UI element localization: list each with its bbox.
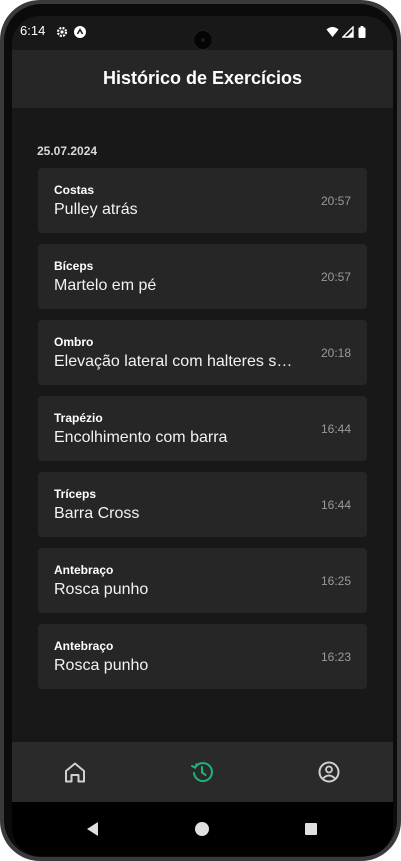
home-icon bbox=[65, 762, 85, 783]
nav-home-button[interactable] bbox=[55, 752, 95, 792]
entry-time: 16:25 bbox=[320, 574, 351, 588]
history-icon bbox=[191, 762, 213, 783]
page-title: Histórico de Exercícios bbox=[102, 68, 303, 88]
wifi-icon bbox=[326, 25, 339, 37]
gear-icon bbox=[56, 25, 68, 38]
entry-category: Trapézio bbox=[54, 411, 103, 425]
history-entry-card[interactable]: Tríceps Barra Cross 16:44 bbox=[38, 472, 367, 537]
entry-time: 16:44 bbox=[320, 422, 351, 436]
entry-category: Costas bbox=[54, 183, 95, 197]
entry-time: 16:23 bbox=[320, 650, 351, 664]
entry-category: Antebraço bbox=[54, 639, 114, 653]
entry-exercise: Rosca punho bbox=[54, 657, 149, 674]
entry-exercise: Martelo em pé bbox=[54, 277, 157, 294]
history-entry-card[interactable]: Ombro Elevação lateral com halteres s… 2… bbox=[38, 320, 367, 385]
history-entry-card[interactable]: Trapézio Encolhimento com barra 16:44 bbox=[38, 396, 367, 461]
history-entry-card[interactable]: Costas Pulley atrás 20:57 bbox=[38, 168, 367, 233]
system-navigation-bar bbox=[12, 802, 393, 856]
nav-profile-button[interactable] bbox=[309, 752, 349, 792]
entry-category: Ombro bbox=[54, 335, 94, 349]
back-icon[interactable] bbox=[82, 818, 104, 840]
entry-exercise: Rosca punho bbox=[54, 581, 149, 598]
app-screen: 6:14 Histórico de Exercícios 25.07.2024 … bbox=[12, 16, 393, 856]
recents-icon[interactable] bbox=[300, 818, 322, 840]
entry-category: Bíceps bbox=[54, 259, 94, 273]
history-entry-card[interactable]: Bíceps Martelo em pé 20:57 bbox=[38, 244, 367, 309]
history-entry-card[interactable]: Antebraço Rosca punho 16:25 bbox=[38, 548, 367, 613]
status-bar: 6:14 bbox=[12, 16, 393, 50]
entry-category: Antebraço bbox=[54, 563, 114, 577]
bottom-navigation bbox=[12, 742, 393, 802]
phone-bezel: 6:14 Histórico de Exercícios 25.07.2024 … bbox=[4, 4, 397, 857]
entry-time: 16:44 bbox=[320, 498, 351, 512]
entry-time: 20:57 bbox=[320, 194, 351, 208]
signal-icon bbox=[341, 25, 354, 38]
date-heading: 25.07.2024 bbox=[37, 144, 98, 158]
history-entry-card[interactable]: Antebraço Rosca punho 16:23 bbox=[38, 624, 367, 689]
entry-time: 20:18 bbox=[320, 346, 351, 360]
entry-exercise: Encolhimento com barra bbox=[54, 429, 228, 446]
entry-time: 20:57 bbox=[320, 270, 351, 284]
profile-icon bbox=[318, 761, 340, 783]
entry-exercise: Elevação lateral com halteres s… bbox=[54, 353, 293, 370]
phone-frame: 6:14 Histórico de Exercícios 25.07.2024 … bbox=[0, 0, 401, 861]
home-circle-icon[interactable] bbox=[191, 818, 213, 840]
exercise-history-list: Costas Pulley atrás 20:57 Bíceps Martelo… bbox=[38, 168, 367, 700]
status-time: 6:14 bbox=[20, 23, 46, 38]
nav-history-button[interactable] bbox=[182, 752, 222, 792]
app-a-icon bbox=[74, 25, 86, 38]
entry-category: Tríceps bbox=[54, 487, 97, 501]
front-camera bbox=[193, 30, 213, 50]
app-header: Histórico de Exercícios bbox=[12, 50, 393, 108]
entry-exercise: Barra Cross bbox=[54, 505, 140, 522]
battery-icon bbox=[358, 25, 370, 38]
entry-exercise: Pulley atrás bbox=[54, 201, 138, 218]
